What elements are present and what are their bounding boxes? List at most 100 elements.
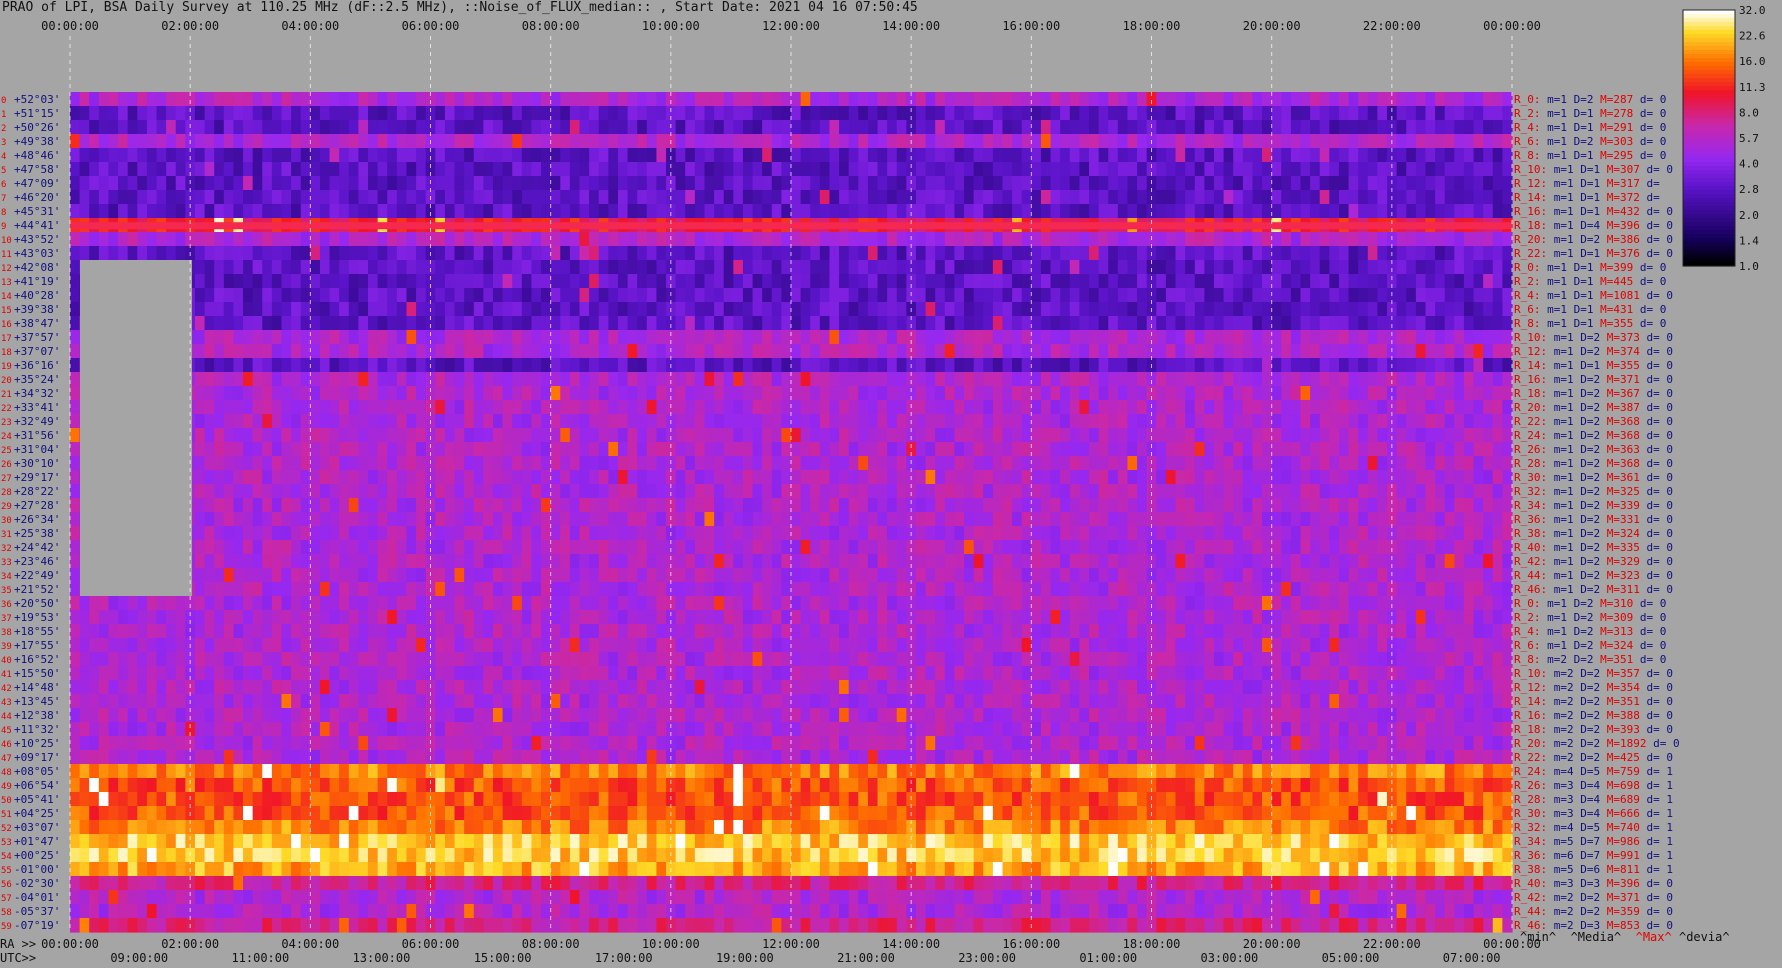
heat-cell [733,526,744,541]
heat-cell [1367,190,1379,205]
heat-cell [1079,176,1090,191]
heat-cell [358,484,369,499]
heat-cell [329,92,340,107]
heat-cell [829,372,840,387]
heat-cell [627,498,638,513]
heat-cell [560,260,571,275]
heat-cell [118,162,129,177]
heat-cell [1444,246,1455,261]
heat-cell [733,428,744,443]
heat-cell [492,204,504,219]
heat-cell [1233,302,1244,317]
heat-cell [483,316,494,331]
heat-cell [483,232,494,247]
heat-cell [781,372,792,387]
heat-cell [1271,372,1282,387]
heat-cell [1290,456,1302,471]
heat-cell [1127,134,1138,149]
heat-cell [1079,134,1090,149]
heat-cell [1492,134,1503,149]
heat-cell [752,344,763,359]
heat-cell [271,512,283,527]
heat-cell [416,176,427,191]
heat-cell [685,400,696,415]
heat-cell [867,92,879,107]
heat-cell [1204,204,1215,219]
heat-cell [733,92,744,107]
heat-cell [781,288,792,303]
heat-cell [502,456,513,471]
heat-cell [166,162,177,177]
heat-cell [714,148,725,163]
heat-cell [935,120,946,135]
heat-cell [1242,190,1254,205]
heat-cell [339,344,350,359]
heat-cell [454,386,465,401]
heat-cell [964,428,975,443]
heat-cell [1252,162,1263,177]
heat-cell [714,190,725,205]
heat-cell [848,316,859,331]
heat-cell [1463,414,1475,429]
heat-cell [204,470,215,485]
heat-cell [1002,456,1013,471]
heat-cell [733,190,744,205]
heat-cell [339,554,350,569]
heat-cell [1319,176,1330,191]
heat-cell [483,148,494,163]
heat-cell [656,204,667,219]
heat-cell [291,456,302,471]
heat-cell [1223,162,1234,177]
heat-cell [358,456,369,471]
heat-cell [637,148,648,163]
heat-cell [723,442,734,457]
heat-cell [271,232,283,247]
heat-cell [896,414,907,429]
heat-cell [954,302,965,317]
heat-cell [733,512,744,527]
heat-cell [877,512,888,527]
heat-cell [752,540,763,555]
heat-cell [685,484,696,499]
heat-cell [656,190,667,205]
heat-cell [358,302,369,317]
heat-cell [839,470,850,485]
heat-cell [1281,470,1292,485]
heat-cell [704,92,715,107]
heat-cell [1117,414,1129,429]
heat-cell [694,176,706,191]
heat-cell [1262,162,1273,177]
heat-cell [521,330,533,345]
heat-cell [752,274,763,289]
heat-cell [214,148,225,163]
heat-cell [1435,204,1446,219]
heat-cell [541,428,552,443]
heat-cell [704,204,715,219]
heat-cell [839,498,850,513]
heat-cell [1415,176,1427,191]
heat-cell [944,204,956,219]
heat-cell [368,106,379,121]
heat-cell [896,386,907,401]
heat-cell [608,540,619,555]
heat-cell [1329,288,1340,303]
heat-cell [762,414,773,429]
heat-cell [1252,274,1263,289]
heat-cell [271,106,283,121]
heat-cell [819,288,831,303]
heat-cell [550,148,561,163]
heat-cell [339,92,350,107]
heat-cell [579,512,590,527]
heat-cell [252,92,263,107]
heat-cell [579,302,590,317]
heat-cell [579,134,590,149]
heat-cell [791,204,802,219]
heat-cell [829,120,840,135]
heat-cell [1396,512,1407,527]
heat-cell [550,372,561,387]
heat-cell [858,162,869,177]
heat-cell [675,512,686,527]
heat-cell [1396,134,1407,149]
heat-cell [541,148,552,163]
heat-cell [1165,176,1177,191]
